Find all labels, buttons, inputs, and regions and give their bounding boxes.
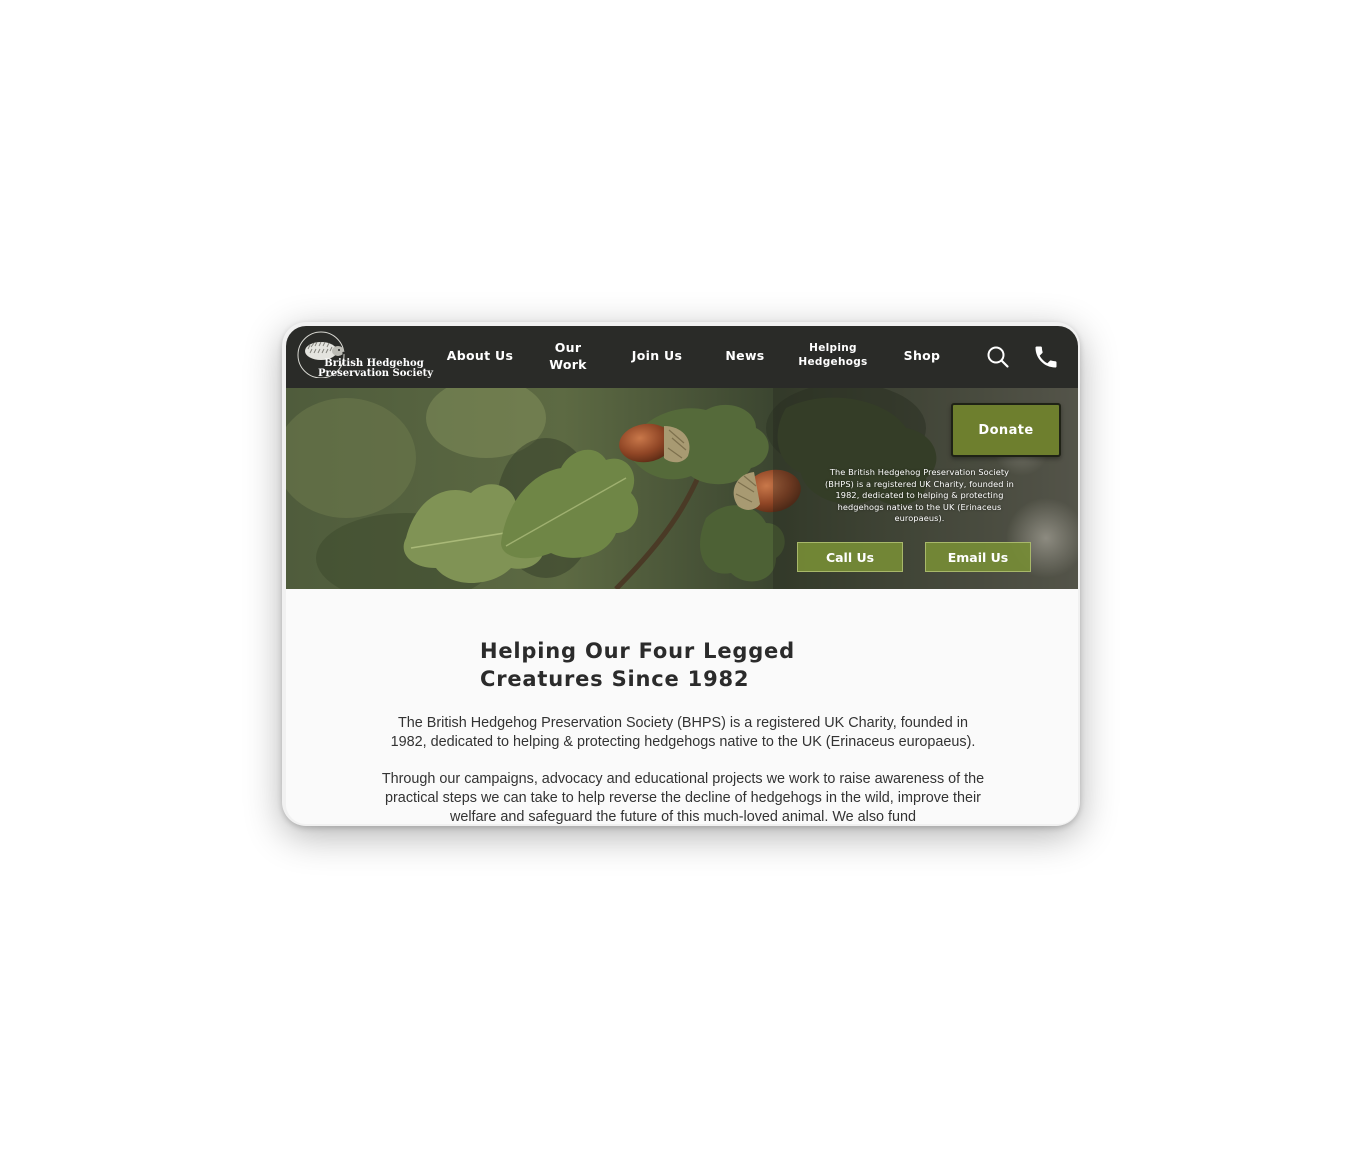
nav-our-work-line-1: Our (554, 340, 582, 355)
nav-news[interactable]: News (718, 348, 772, 364)
nav-helping-hedgehogs[interactable]: Helping Hedgehogs (792, 341, 874, 369)
tablet-frame: British Hedgehog Preservation Society Ab… (282, 322, 1080, 826)
search-icon[interactable] (985, 344, 1011, 370)
nav-our-work-line-2: Work (549, 357, 587, 372)
email-us-button[interactable]: Email Us (925, 542, 1031, 572)
donate-button[interactable]: Donate (951, 403, 1061, 457)
campaigns-paragraph: Through our campaigns, advocacy and educ… (381, 771, 985, 824)
call-us-button[interactable]: Call Us (797, 542, 903, 572)
nav-helping-hedgehogs-line-1: Helping (809, 342, 857, 354)
nav-our-work[interactable]: Our Work (538, 339, 598, 373)
nav-about-us[interactable]: About Us (442, 348, 518, 364)
intro-paragraph: The British Hedgehog Preservation Societ… (390, 715, 976, 750)
bhps-logo[interactable]: British Hedgehog Preservation Society (296, 330, 434, 384)
nav-shop[interactable]: Shop (896, 348, 948, 364)
logo-wordmark: British Hedgehog Preservation Society (318, 359, 434, 379)
nav-helping-hedgehogs-line-2: Hedgehogs (798, 356, 868, 368)
top-navigation-bar: British Hedgehog Preservation Society Ab… (286, 326, 1078, 388)
hero-banner: Donate The British Hedgehog Preservation… (286, 388, 1078, 589)
nav-join-us[interactable]: Join Us (624, 348, 690, 364)
phone-icon[interactable] (1032, 343, 1060, 371)
page-title: Helping Our Four Legged Creatures Since … (480, 639, 795, 691)
hero-charity-blurb: The British Hedgehog Preservation Societ… (825, 467, 1014, 524)
website-screen: British Hedgehog Preservation Society Ab… (286, 326, 1078, 824)
main-content: Helping Our Four Legged Creatures Since … (286, 589, 1078, 824)
logo-line-2: Preservation Society (318, 368, 434, 379)
